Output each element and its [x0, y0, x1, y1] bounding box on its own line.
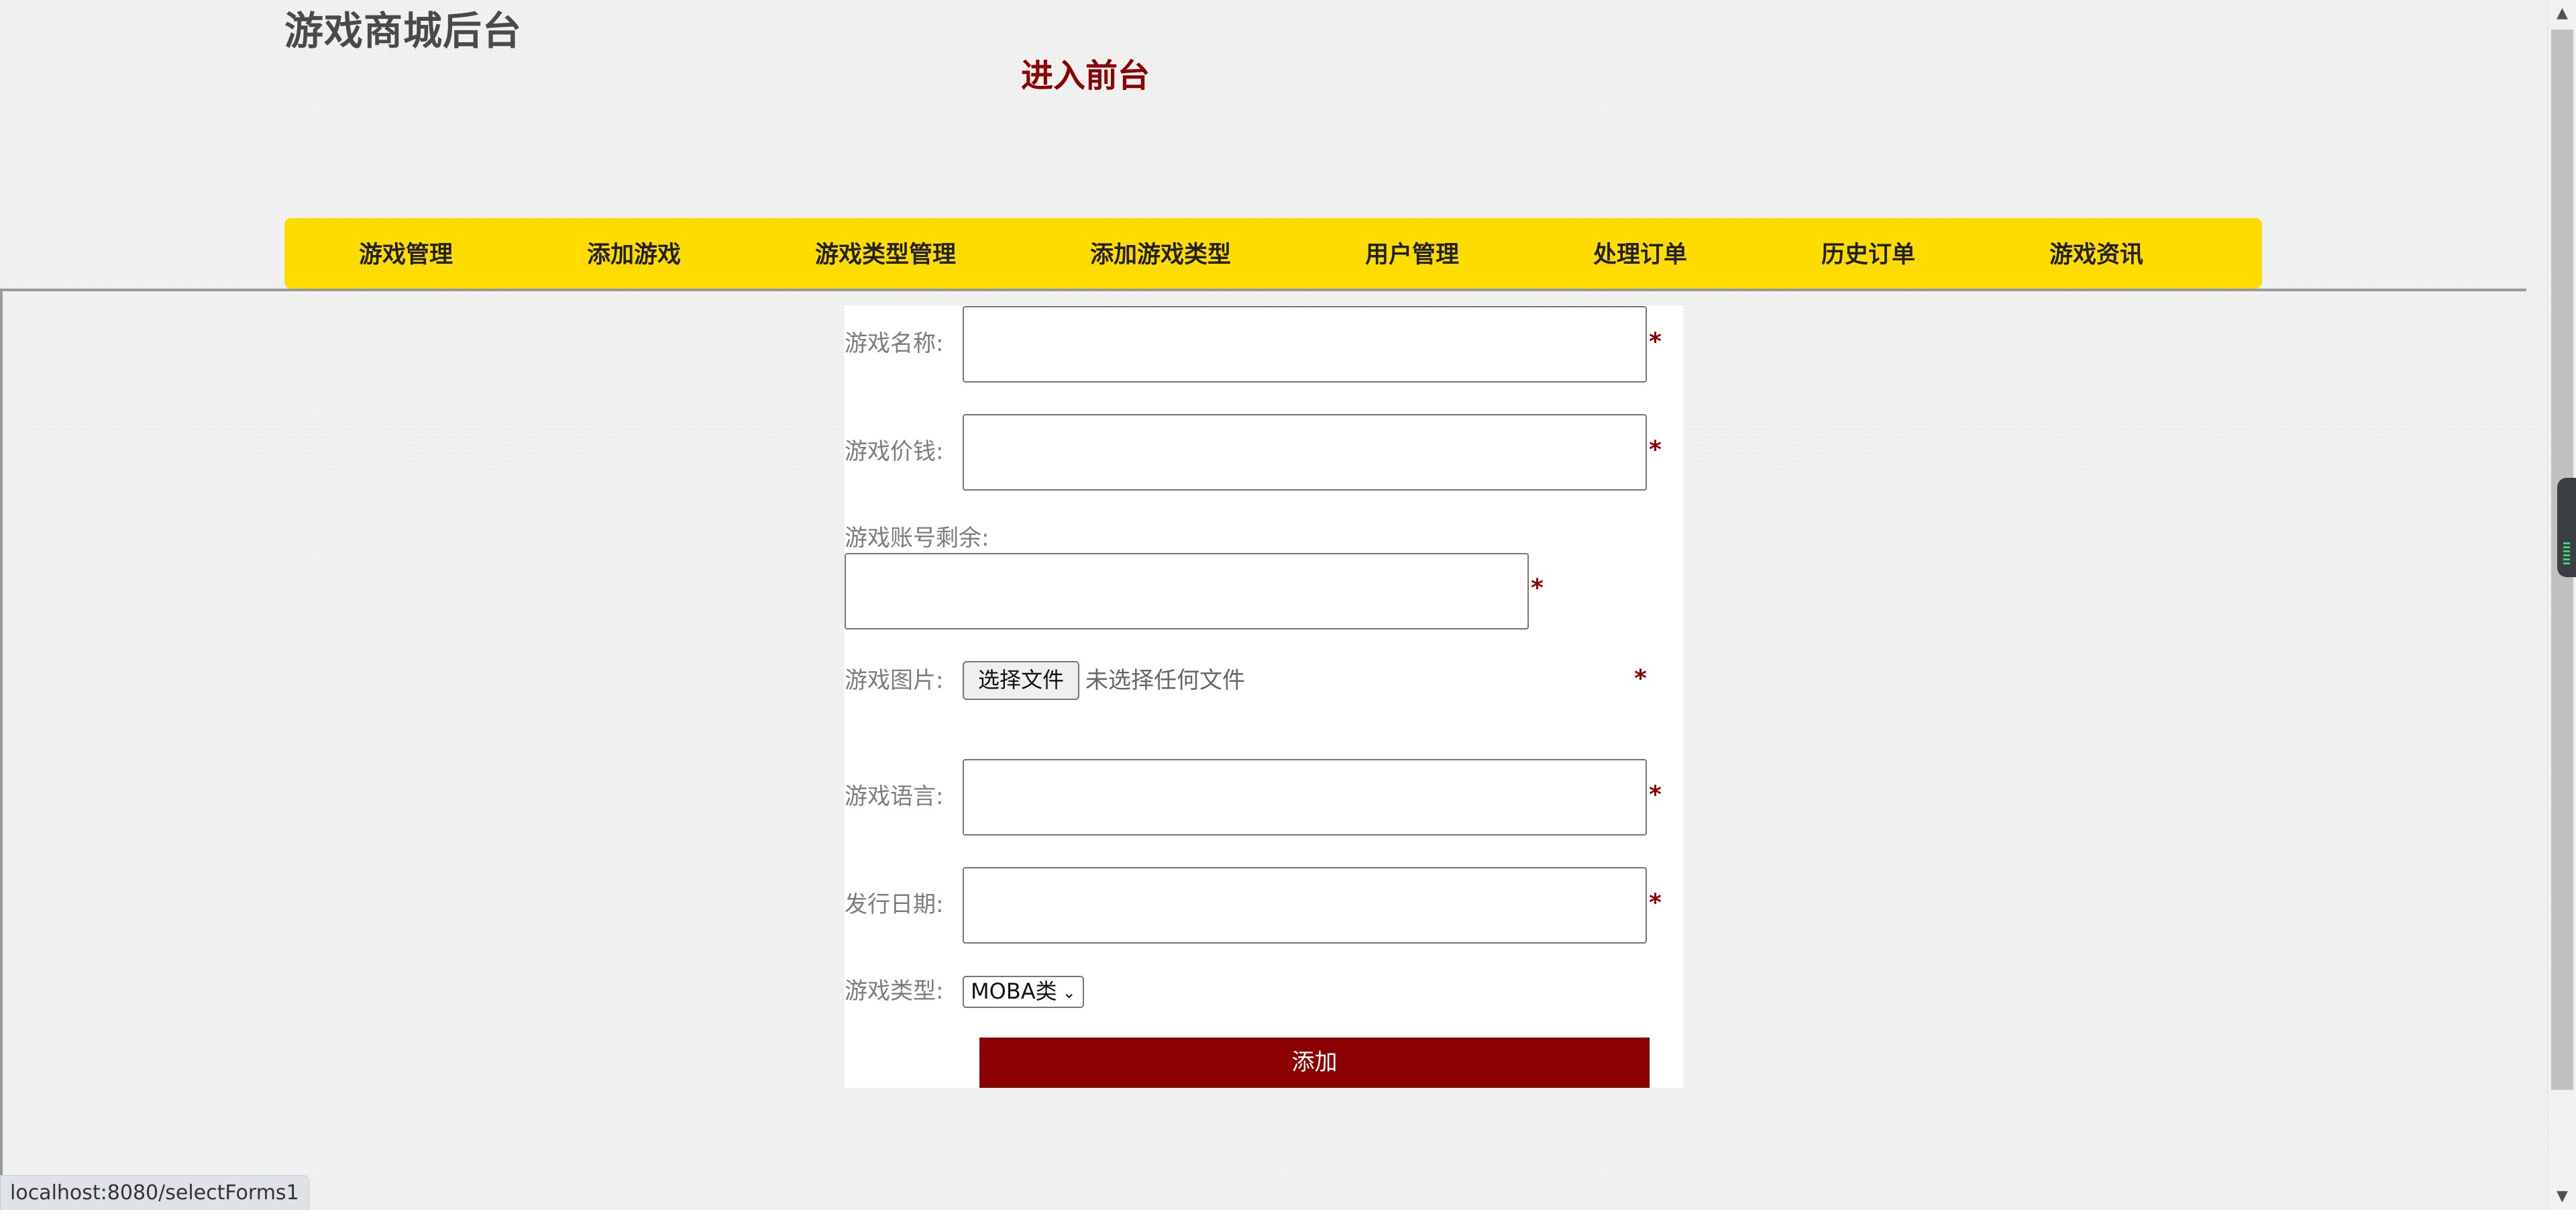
required-marker: *: [1649, 436, 1662, 464]
nav-item-process-orders[interactable]: 处理订单: [1593, 218, 1687, 289]
game-type-select[interactable]: MOBA类 ⌄: [963, 976, 1084, 1008]
header-divider: [0, 289, 2526, 291]
nav-item-game-type-management[interactable]: 游戏类型管理: [815, 218, 956, 289]
game-account-stock-input[interactable]: [845, 553, 1529, 629]
page-scrollbar[interactable]: ▲ ▼: [2547, 0, 2576, 1210]
game-type-selected-value: MOBA类: [971, 978, 1057, 1004]
signal-bars-icon: [2563, 542, 2570, 564]
required-marker: *: [1649, 328, 1662, 356]
required-marker: *: [1649, 889, 1662, 917]
required-marker: *: [1634, 665, 1647, 693]
game-image-label: 游戏图片:: [845, 667, 944, 694]
game-language-input[interactable]: [963, 759, 1647, 836]
game-language-label: 游戏语言:: [845, 783, 944, 810]
add-submit-button[interactable]: 添加: [979, 1038, 1650, 1088]
status-bar-url: localhost:8080/selectForms1: [0, 1175, 309, 1210]
triangle-up-icon[interactable]: ▲: [2548, 0, 2576, 27]
choose-file-button[interactable]: 选择文件: [963, 661, 1079, 700]
required-marker: *: [1649, 781, 1662, 809]
required-marker: *: [1531, 574, 1544, 602]
nav-item-user-management[interactable]: 用户管理: [1365, 218, 1459, 289]
nav-item-add-game[interactable]: 添加游戏: [587, 218, 681, 289]
nav-item-add-game-type[interactable]: 添加游戏类型: [1090, 218, 1231, 289]
file-status-text: 未选择任何文件: [1085, 667, 1245, 694]
page: 游戏商城后台 进入前台 游戏管理 添加游戏 游戏类型管理 添加游戏类型 用户管理…: [0, 0, 2576, 1210]
nav-item-game-management[interactable]: 游戏管理: [359, 218, 453, 289]
triangle-down-icon[interactable]: ▼: [2548, 1183, 2576, 1210]
nav-item-order-history[interactable]: 历史订单: [1821, 218, 1915, 289]
chevron-down-icon: ⌄: [1062, 983, 1076, 1002]
nav-item-game-news[interactable]: 游戏资讯: [2049, 218, 2143, 289]
game-price-label: 游戏价钱:: [845, 438, 944, 465]
game-price-input[interactable]: [963, 414, 1647, 491]
site-title: 游戏商城后台: [284, 8, 523, 54]
game-account-stock-label: 游戏账号剩余:: [845, 525, 989, 552]
release-date-input[interactable]: [963, 867, 1647, 944]
game-name-input[interactable]: [963, 306, 1647, 383]
content-left-border: [0, 290, 3, 1210]
side-widget-tab[interactable]: [2557, 478, 2576, 577]
game-name-label: 游戏名称:: [845, 330, 944, 357]
game-type-label: 游戏类型:: [845, 978, 944, 1005]
release-date-label: 发行日期:: [845, 891, 944, 918]
main-nav: 游戏管理 添加游戏 游戏类型管理 添加游戏类型 用户管理 处理订单 历史订单 游…: [284, 218, 2262, 289]
enter-frontend-link[interactable]: 进入前台: [1021, 52, 1150, 99]
